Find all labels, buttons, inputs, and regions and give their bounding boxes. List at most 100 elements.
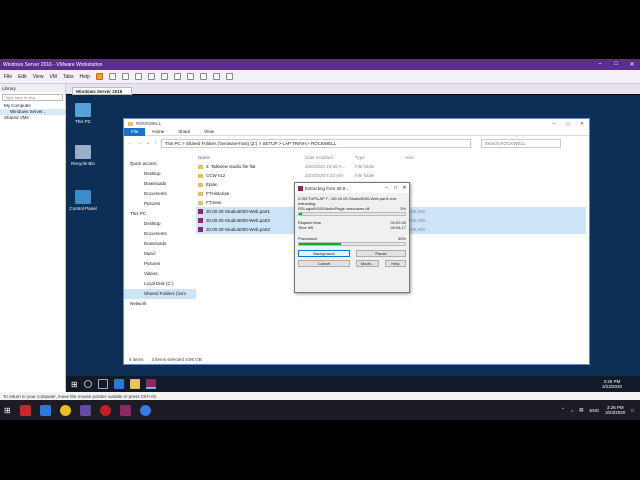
library-search-input[interactable]: Type here to sea... (2, 94, 63, 101)
chrome-icon[interactable] (59, 404, 71, 416)
windows-start-icon[interactable]: ⊞ (4, 406, 11, 415)
volume-icon[interactable]: ♪ (571, 408, 573, 413)
language-indicator[interactable]: ENG (589, 408, 599, 413)
stretch-icon[interactable] (225, 73, 233, 80)
search-icon[interactable] (83, 380, 92, 388)
host-clock[interactable]: 3:26 PM 3/23/2020 (605, 405, 625, 415)
up-arrow-icon[interactable]: ↑ (154, 140, 157, 146)
column-header-type[interactable]: Type (355, 155, 405, 160)
chevron-down-icon[interactable]: ⌄ (146, 140, 150, 146)
zalo-icon[interactable] (139, 404, 151, 416)
column-header-name[interactable]: Name (196, 155, 305, 160)
pause-icon[interactable] (95, 73, 103, 80)
revert-snapshot-icon[interactable] (134, 73, 142, 80)
vm-tab[interactable]: Windows Server 2016 (72, 87, 132, 95)
file-type: File folder (355, 164, 375, 169)
console-view-icon[interactable] (212, 73, 220, 80)
back-arrow-icon[interactable]: ← (128, 140, 133, 146)
windows-start-icon[interactable]: ⊞ (71, 380, 78, 389)
file-name-cell: CCW v12 (196, 173, 305, 178)
item-count: 8 items (129, 357, 144, 362)
nav-item[interactable]: Network (124, 299, 196, 309)
nav-item[interactable]: Pictures (124, 199, 196, 209)
recorder-icon[interactable] (99, 404, 111, 416)
dialog-buttons: Background Pause Cancel Mode... Help (295, 250, 409, 267)
menu-view[interactable]: View (33, 74, 44, 80)
file-type: File folder (355, 173, 375, 178)
background-button[interactable]: Background (298, 250, 350, 257)
send-keys-icon[interactable] (108, 73, 116, 80)
minimize-icon[interactable]: – (547, 121, 561, 127)
maximize-icon[interactable]: □ (608, 61, 624, 68)
edge-browser-icon[interactable] (113, 379, 124, 389)
menu-tabs[interactable]: Tabs (63, 74, 74, 80)
ribbon-tab-file[interactable]: File (124, 127, 146, 136)
notification-icon[interactable]: □ (631, 408, 634, 413)
winrar-taskbar-icon[interactable] (145, 379, 156, 389)
nav-item[interactable]: Pictures (124, 259, 196, 269)
ribbon-tab-share[interactable]: Share (171, 128, 197, 136)
forward-arrow-icon[interactable]: → (137, 140, 142, 146)
nav-item[interactable]: Desktop (124, 219, 196, 229)
menu-edit[interactable]: Edit (18, 74, 27, 80)
file-row[interactable]: CCW v12 3/23/2020 5:23 AM File folder (196, 171, 586, 180)
close-icon[interactable]: ✕ (400, 185, 409, 191)
desktop-icon-this-pc[interactable]: This PC (66, 103, 100, 124)
nav-item[interactable]: Downloads (124, 179, 196, 189)
office-icon[interactable] (19, 404, 31, 416)
thumbnail-view-icon[interactable] (173, 73, 181, 80)
menu-vm[interactable]: VM (49, 74, 57, 80)
desktop-icon-control-panel[interactable]: Control Panel (66, 190, 100, 211)
help-button[interactable]: Help (385, 260, 406, 267)
winrar-icon (298, 185, 303, 191)
vmware-status-bar: To return to your computer, move the mou… (0, 392, 640, 400)
column-header-size[interactable]: Size (405, 155, 445, 160)
file-size: 1,000,000... (405, 209, 429, 214)
cancel-button[interactable]: Cancel (298, 260, 350, 267)
minimize-icon[interactable]: – (382, 185, 391, 191)
unity-icon[interactable] (199, 73, 207, 80)
time-left-value: 00:04:17 (390, 225, 406, 230)
column-header-date[interactable]: Date modified (305, 155, 355, 160)
file-size: 1,000,000... (405, 218, 429, 223)
library-view-icon[interactable] (160, 73, 168, 80)
ribbon-tab-view[interactable]: View (197, 128, 221, 136)
maximize-icon[interactable]: □ (561, 121, 575, 127)
minimize-icon[interactable]: – (592, 61, 608, 68)
nav-item[interactable]: Videos (124, 269, 196, 279)
maximize-icon[interactable]: □ (391, 185, 400, 191)
winrar-taskbar-icon[interactable] (119, 404, 131, 416)
edge-browser-icon[interactable] (39, 404, 51, 416)
close-icon[interactable]: ✕ (575, 121, 589, 127)
snapshot-manager-icon[interactable] (147, 73, 155, 80)
task-view-icon[interactable] (97, 379, 108, 389)
snapshot-icon[interactable] (121, 73, 129, 80)
explorer-search-input[interactable]: Search ROCKWELL (480, 138, 561, 148)
file-row[interactable]: 3. Talkview studio file flat 3/20/2020 10… (196, 162, 586, 171)
nav-item[interactable]: Music (124, 249, 196, 259)
nav-item[interactable]: Desktop (124, 169, 196, 179)
tree-item-shared-vms[interactable]: Shared VMs (0, 115, 65, 121)
menu-file[interactable]: File (4, 74, 12, 80)
nav-item[interactable]: Documents (124, 189, 196, 199)
vmware-icon[interactable] (79, 404, 91, 416)
full-screen-icon[interactable] (186, 73, 194, 80)
guest-clock[interactable]: 3:26 PM 3/23/2020 (602, 379, 640, 389)
close-icon[interactable]: ✕ (624, 61, 640, 68)
address-bar[interactable]: This PC > Shared Folders (\\vmware-host)… (160, 138, 471, 148)
pause-button[interactable]: Pause (356, 250, 406, 257)
library-header: Library (0, 84, 65, 92)
desktop-icon-recycle-bin[interactable]: Recycle Bin (66, 145, 100, 166)
tray-chevron-icon[interactable]: ⌃ (561, 407, 565, 413)
ribbon-tab-home[interactable]: Home (145, 128, 171, 136)
nav-item[interactable]: Local Disk (C:) (124, 279, 196, 289)
menu-help[interactable]: Help (80, 74, 90, 80)
nav-item[interactable]: Quick access (124, 159, 196, 169)
nav-item[interactable]: Shared Folders (\\vm (124, 289, 196, 299)
nav-item[interactable]: This PC (124, 209, 196, 219)
network-icon[interactable]: ▤ (579, 407, 583, 413)
mode-button[interactable]: Mode... (356, 260, 379, 267)
nav-item[interactable]: Downloads (124, 239, 196, 249)
nav-item[interactable]: Documents (124, 229, 196, 239)
file-explorer-icon[interactable] (129, 379, 140, 389)
